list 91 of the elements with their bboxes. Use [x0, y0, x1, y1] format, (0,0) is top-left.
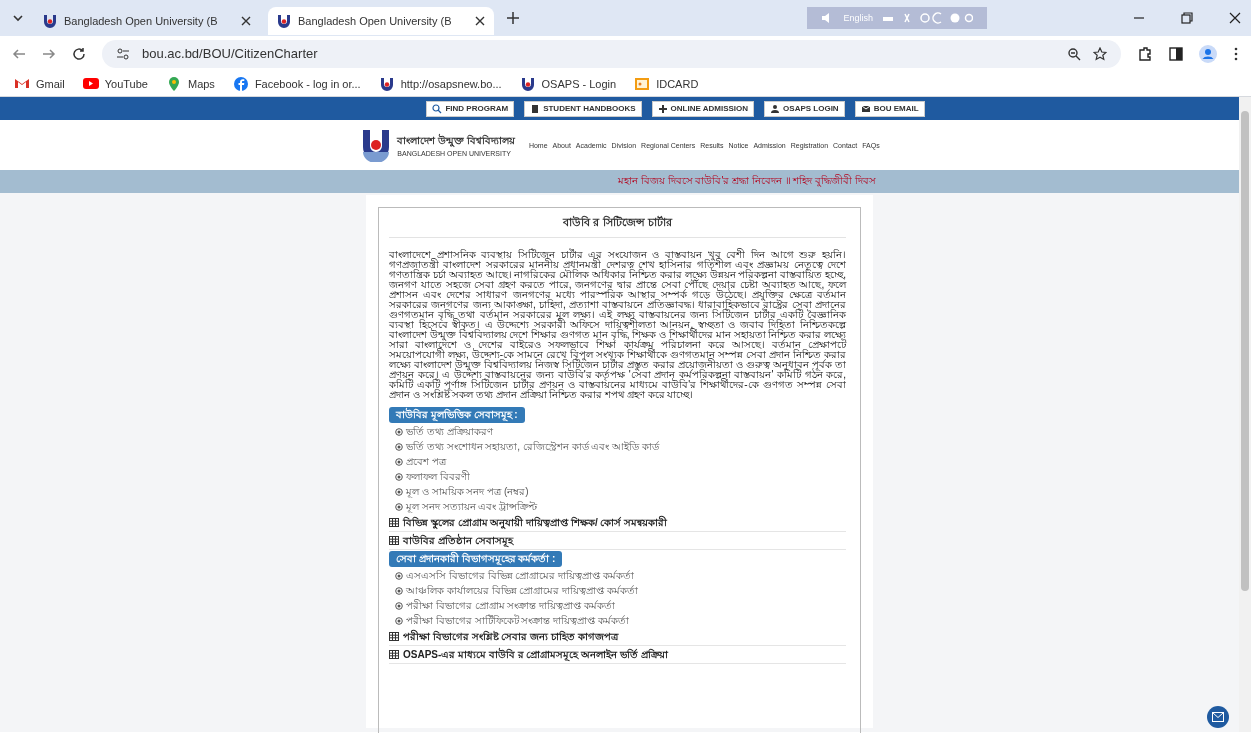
document-link[interactable]: পরীক্ষা বিভাগের সংশ্লিষ্ট সেবার জন্য চাহিত কাগজপত্র — [403, 630, 618, 643]
list-item: আঞ্চলিক কার্যালয়ের বিভিন্ন প্রোগ্রামের দায়িত্বপ্রাপ্ত কর্মকর্তা — [406, 584, 638, 597]
search-icon — [432, 103, 443, 114]
list-item: মূল সনদ সত্যায়ন এবং ট্রান্সক্রিপ্ট — [406, 500, 538, 513]
forward-icon[interactable] — [42, 46, 56, 61]
bookmark[interactable]: Facebook - log in or... — [232, 75, 361, 92]
star-icon[interactable] — [1093, 46, 1107, 61]
table-icon — [389, 518, 399, 527]
browser-tab[interactable]: Bangladesh Open University (B — [34, 7, 260, 35]
profile-icon[interactable] — [1199, 44, 1217, 63]
bullet-icon — [395, 616, 403, 625]
top-link-button[interactable]: OSAPS LOGIN — [764, 100, 845, 117]
bullet-icon — [395, 472, 403, 481]
bookmark[interactable]: http://osapsnew.bo... — [378, 75, 502, 92]
university-logo-icon — [42, 13, 58, 29]
university-logo-icon — [378, 75, 395, 92]
list-item: এসএসসি বিভাগের বিভিন্ন প্রোগ্রামের দায়িত্বপ্রাপ্ত কর্মকর্তা — [406, 569, 634, 582]
tab-title: Bangladesh Open University (B — [298, 15, 453, 27]
restore-icon[interactable] — [1181, 12, 1193, 24]
plus-icon — [657, 103, 668, 114]
address-bar[interactable]: bou.ac.bd/BOU/CitizenCharter — [102, 39, 1121, 68]
list-item: প্রবেশ পত্র — [406, 455, 446, 468]
university-logo-icon — [519, 75, 536, 92]
table-icon — [389, 650, 399, 659]
new-tab-icon[interactable] — [506, 11, 520, 25]
url-text[interactable]: bou.ac.bd/BOU/CitizenCharter — [142, 46, 318, 61]
list-item: পরীক্ষা বিভাগের সার্টিফিকেট সংক্রান্ত দায়িত্বপ্রাপ্ত কর্মকর্তা — [406, 614, 629, 627]
more-icon[interactable] — [1233, 46, 1239, 61]
news-ticker-text[interactable]: মহান বিজয় দিবসে বাউবি'র শ্রদ্ধা নিবেদন ॥ শহিদ বুদ্ধিজীবী দিবস — [618, 173, 876, 190]
bullet-icon — [395, 457, 403, 466]
document-link[interactable]: বিভিন্ন স্কুলের প্রোগ্রাম অনুযায়ী দায়িত্বপ্রাপ্ত শিক্ষক/ কোর্স সমন্বয়কারী — [403, 516, 668, 529]
scrollbar-thumb[interactable] — [1241, 111, 1249, 591]
bookmark[interactable]: IDCARD — [634, 75, 699, 92]
play-icon — [82, 75, 99, 92]
document-link[interactable]: বাউবির প্রতিষ্ঠান সেবাসমূহ — [403, 534, 513, 547]
scrollbar[interactable] — [1239, 97, 1251, 732]
bullet-icon — [395, 502, 403, 511]
side-panel-icon[interactable] — [1169, 46, 1183, 61]
bullet-icon — [395, 601, 403, 610]
bookmark[interactable]: Gmail — [14, 75, 65, 92]
university-crest-icon — [361, 128, 392, 162]
extensions-icon[interactable] — [1137, 45, 1153, 62]
reload-icon[interactable] — [72, 46, 86, 61]
bookmark-label[interactable]: OSAPS - Login — [541, 77, 617, 90]
envelope-icon — [1212, 712, 1224, 722]
browser-tab[interactable]: Bangladesh Open University (B — [268, 7, 494, 35]
list-item: ভর্তি তথ্য সংশোধন সহায়তা, রেজিস্ট্রেশন কার্ড এবং আইডি কার্ড — [406, 440, 659, 453]
list-item: মূল ও সাময়িক সনদ পত্র (নম্বর) — [406, 485, 529, 498]
user-icon — [770, 103, 781, 114]
table-icon — [389, 536, 399, 545]
top-link-button[interactable]: FIND PROGRAM — [426, 100, 515, 117]
zoom-icon[interactable] — [1067, 46, 1081, 61]
bullet-icon — [395, 571, 403, 580]
id-card-icon — [634, 75, 651, 92]
intro-paragraph: বাংলাদেশে প্রশাসনিক ব্যবস্থায় সিটিজেন চার্টার এর সংযোজন ও বাস্তবায়ন খুব বেশী দিন আগে শুরু হয়নি। গণপ্রজাতন্ত্রী বাংলাদেশ সরকারের মাননীয় প্রধানমন্ত্রী দেশরত্ন শেখ হাসিনার গতিশীল এবং প্রজ্ঞাময় নেতৃত্বে দেশে গণতান্ত্রিক চর্চা অব্যাহত আছে। নাগরিকের মৌলিক অধিকার নিশ্চিত করার লক্ষ্যে উন্নয়ন পরিকল্পনা বাস্তবায়িত হচ্ছে, জনগণ যাতে সহজে সেবা গ্রহণ করতে পারে, জনগণের দ্বার প্রান্তে সেবা পৌঁছে দেয়ার চেষ্টা অব্যাহত আছে, ফলে প্রশাসন এবং দেশের সাধারণ জনগণের মধ্যে পারস্পরিক আস্থার সম্পর্ক গড়ে উঠেছে। প্রযুক্তির ক্ষেত্রে বর্তমান সরকারের জনগণের জন্য আকাঙ্ক্ষা, চাহিদা, প্রত্যাশা বাস্তবায়নে প্রতিজ্ঞাবদ্ধ। ধারাবাহিকভাবে রাষ্ট্রের সেবা প্রদানের গুণগতমান বৃদ্ধি তথা বর্তমান সরকারের মূল লক্ষ্য। এই লক্ষ্য বাস্তবায়নের জন্য সিটিজেন চার্টার একটি বৈজ্ঞানিক ব্যবস্থা হিসেবে স্বীকৃত। এ উদ্দেশ্যে সরকারী অফিসে দায়িত্বশীলতা আনয়ন, স্বচ্ছতা ও জবাব দিহিতা নিশ্চিতকল্পে বাংলাদেশ উন্মুক্ত বিশ্ববিদ্যালয় দেশে শিক্ষার গুণগত মান বৃদ্ধি, শিক্ষক ও শিক্ষার্থীদের মান সহায়তা নিশ্চিত করার লক্ষ্যে সারা বাংলাদেশে ও দেশের বাইরেও সফলভাবে শিক্ষা কার্যক্রম পরিচালনা করে আসছে। বর্তমান প্রেক্ষাপটে সময়োপযোগী লক্ষ্য, উদ্দেশ্য-কে সামনে রেখে বিপুল সংখ্যক শিক্ষার্থীকে গুণগতমান সম্পন্ন সেবা প্রদান নিশ্চিত করার লক্ষ্যে বাংলাদেশ উন্মুক্ত বিশ্ববিদ্যালয় নিজস্ব সিটিজেন চার্টার প্রস্তুত করার প্রয়োজনীয়তা ও গুরুত্ব অনুধাবন পূর্বক তা প্রণয়ন করে। এ উদ্দেশ্য বাস্তবায়নের জন্য বাউবি'র কর্তৃপক্ষ 'সেবা প্রদান কর্মপরিকল্পনা বাস্তবায়ন' কমিটি গঠন করে, কমিটি একটি পূর্ণাঙ্গ সিটিজেন চার্টার প্রণয়ন ও বাস্তবায়নের মাধ্যমে বাউবি'র শিক্ষার্থীদের-কে গুণগত সম্পন্ন সেবা প্রদান ও সংশ্লিষ্ট সকল তথ্য প্রদান প্রক্রিয়া নিশ্চিত করার শপথ গ্রহণ করে যাচ্ছে। — [389, 250, 846, 400]
top-link-button[interactable]: BOU EMAIL — [854, 100, 925, 117]
envelope-icon — [860, 103, 871, 114]
back-icon[interactable] — [12, 46, 26, 61]
bookmark[interactable]: Maps — [165, 75, 215, 92]
bookmark-label[interactable]: Facebook - log in or... — [254, 77, 361, 90]
table-icon — [389, 632, 399, 641]
list-item: ভর্তি তথ্য প্রক্রিয়াকরণ — [406, 425, 493, 438]
tab-title: Bangladesh Open University (B — [64, 15, 219, 27]
close-icon[interactable] — [240, 15, 252, 27]
bullet-icon — [395, 442, 403, 451]
bullet-icon — [395, 586, 403, 595]
facebook-icon — [232, 75, 249, 92]
bookmark-label[interactable]: Gmail — [36, 77, 65, 90]
bookmark[interactable]: OSAPS - Login — [519, 75, 617, 92]
bookmark-label[interactable]: http://osapsnew.bo... — [400, 77, 502, 90]
section-heading: বাউবির মূলভিত্তিক সেবাসমূহ : — [389, 407, 525, 423]
close-icon[interactable] — [474, 15, 486, 27]
bookmark-label[interactable]: YouTube — [104, 77, 148, 90]
document-link[interactable]: OSAPS-এর মাধ্যমে বাউবি র প্রোগ্রামসমূহে অনলাইন ভর্তি প্রক্রিয়া — [403, 648, 668, 661]
bookmark[interactable]: YouTube — [82, 75, 148, 92]
university-logo-icon — [276, 13, 292, 29]
site-info-icon[interactable] — [116, 46, 130, 61]
bullet-icon — [395, 427, 403, 436]
charter-title: বাউবি র সিটিজেন্স চার্টার — [389, 212, 846, 238]
close-icon[interactable] — [1229, 12, 1241, 24]
top-link-button[interactable]: ONLINE ADMISSION — [651, 100, 755, 117]
bookmark-label[interactable]: IDCARD — [656, 77, 699, 90]
bookmark-label[interactable]: Maps — [187, 77, 215, 90]
university-name: বাংলাদেশ উন্মুক্ত বিশ্ববিদ্যালয় — [397, 133, 515, 149]
bullet-icon — [395, 487, 403, 496]
chat-button[interactable] — [1207, 706, 1229, 728]
book-icon — [530, 103, 541, 114]
list-item: পরীক্ষা বিভাগের প্রোগ্রাম সংক্রান্ত দায়িত্বপ্রাপ্ত কর্মকর্তা — [406, 599, 615, 612]
section-heading: সেবা প্রদানকারী বিভাগসমূহের কর্মকর্তা : — [389, 551, 563, 567]
list-item: ফলাফল বিবরণী — [406, 470, 470, 483]
top-link-button[interactable]: STUDENT HANDBOOKS — [524, 100, 642, 117]
